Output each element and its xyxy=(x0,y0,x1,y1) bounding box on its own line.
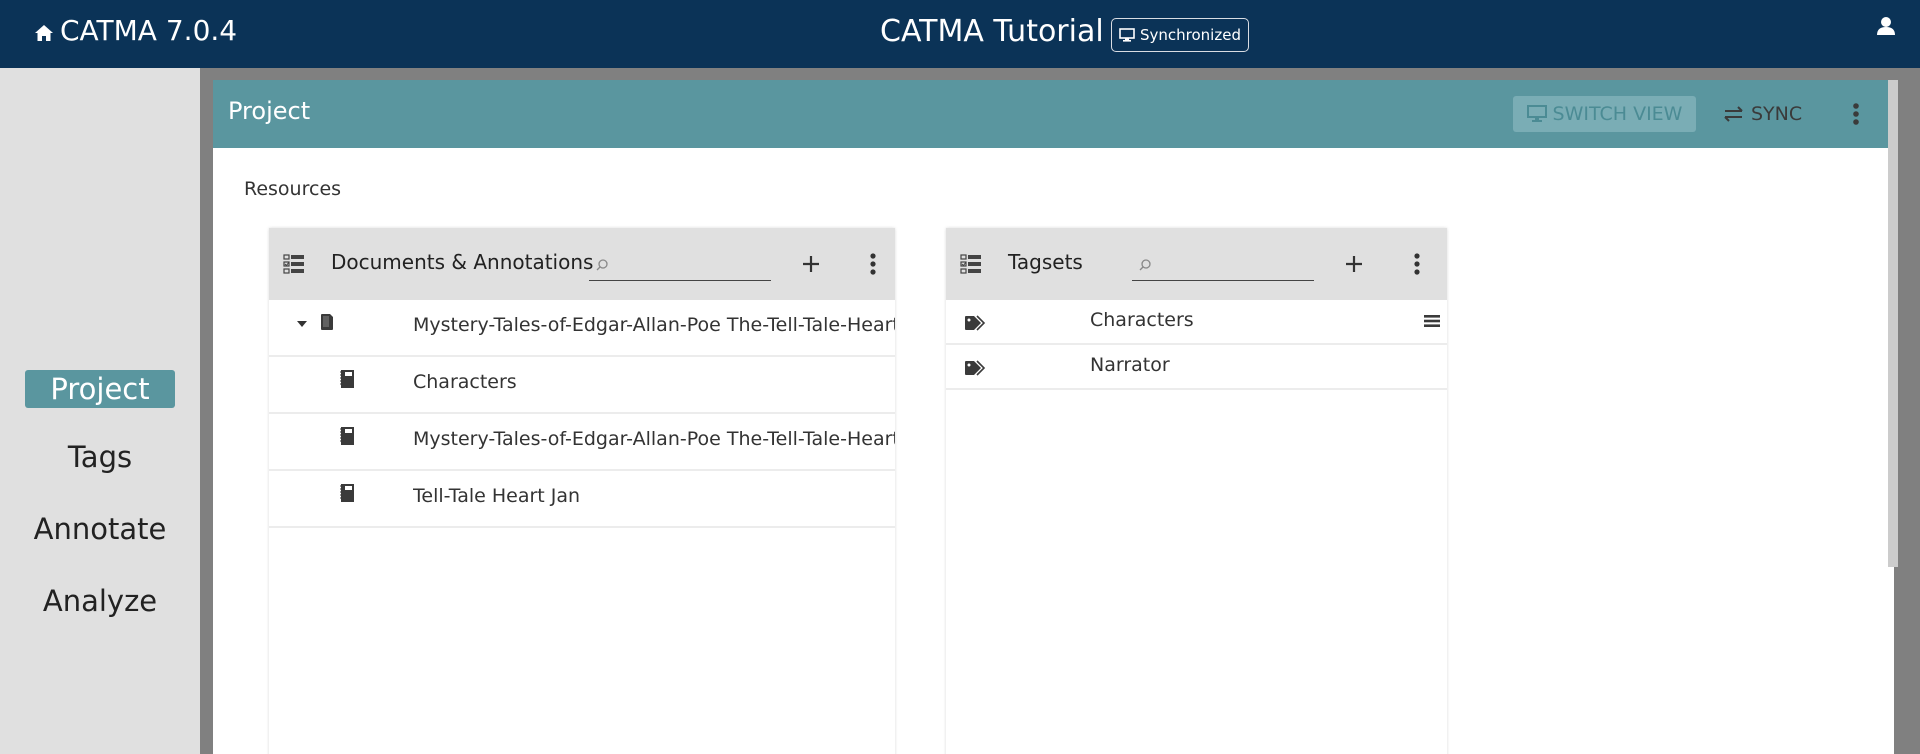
add-tagset-icon[interactable] xyxy=(1340,250,1368,278)
search-icon xyxy=(1139,259,1151,271)
nav-item-project[interactable]: Project xyxy=(0,370,200,408)
checklist-icon xyxy=(283,254,304,274)
tagsets-search[interactable] xyxy=(1132,248,1314,281)
project-title: CATMA Tutorial xyxy=(880,14,1104,49)
nav-item-analyze[interactable]: Analyze xyxy=(0,584,200,618)
user-icon[interactable] xyxy=(1875,15,1897,37)
collection-title: Tell-Tale Heart Jan xyxy=(413,485,581,507)
home-icon xyxy=(35,24,53,41)
notebook-icon xyxy=(340,370,354,388)
checklist-icon xyxy=(960,254,981,274)
annotation-collection-row[interactable]: Tell-Tale Heart Jan xyxy=(269,471,895,528)
sync-status-text: Synchronized xyxy=(1140,26,1241,44)
more-options-icon[interactable] xyxy=(1408,250,1426,278)
resources-heading: Resources xyxy=(244,178,342,200)
top-bar: CATMA 7.0.4 CATMA Tutorial Synchronized xyxy=(0,0,1920,68)
tagsets-search-input[interactable] xyxy=(1156,248,1312,280)
more-options-icon[interactable] xyxy=(1846,100,1866,128)
document-icon xyxy=(321,314,333,330)
side-navigation: Project Tags Annotate Analyze xyxy=(0,68,200,754)
tagset-name: Narrator xyxy=(1090,354,1170,376)
sync-arrows-icon xyxy=(1724,106,1743,122)
panel-title: Project xyxy=(228,97,311,125)
tags-icon xyxy=(965,315,986,331)
collection-title: Characters xyxy=(413,371,517,393)
tags-icon xyxy=(965,360,986,376)
add-document-icon[interactable] xyxy=(797,250,825,278)
document-title: Mystery-Tales-of-Edgar-Allan-Poe The-Tel… xyxy=(413,314,895,336)
monitor-icon xyxy=(1119,27,1135,42)
tagsets-card-header: Tagsets xyxy=(946,228,1447,300)
sync-status-badge: Synchronized xyxy=(1111,18,1249,52)
tagset-row[interactable]: Characters xyxy=(946,300,1447,345)
annotation-collection-row[interactable]: Characters xyxy=(269,357,895,414)
app-brand[interactable]: CATMA 7.0.4 xyxy=(34,14,237,47)
nav-item-annotate[interactable]: Annotate xyxy=(0,512,200,546)
tagset-name: Characters xyxy=(1090,309,1194,331)
tagsets-card-title: Tagsets xyxy=(1008,250,1083,274)
project-header: Project SWITCH VIEW SYNC xyxy=(213,80,1894,148)
scrollbar-gutter xyxy=(1898,68,1920,754)
tagsets-card: Tagsets Characters Narrator xyxy=(946,228,1447,754)
monitor-icon xyxy=(1526,105,1547,122)
tagset-row[interactable]: Narrator xyxy=(946,345,1447,390)
app-name: CATMA 7.0.4 xyxy=(60,14,238,47)
vertical-scrollbar[interactable] xyxy=(1888,80,1898,567)
documents-card-title: Documents & Annotations xyxy=(331,250,594,274)
more-options-icon[interactable] xyxy=(864,250,882,278)
documents-card-header: Documents & Annotations xyxy=(269,228,895,300)
caret-down-icon[interactable] xyxy=(296,320,308,328)
notebook-icon xyxy=(340,484,354,502)
search-icon xyxy=(596,259,608,271)
notebook-icon xyxy=(340,427,354,445)
switch-view-button[interactable]: SWITCH VIEW xyxy=(1513,96,1696,132)
hamburger-menu-icon[interactable] xyxy=(1424,314,1440,328)
nav-item-tags[interactable]: Tags xyxy=(0,440,200,474)
collection-title: Mystery-Tales-of-Edgar-Allan-Poe The-Tel… xyxy=(413,428,895,450)
annotation-collection-row[interactable]: Mystery-Tales-of-Edgar-Allan-Poe The-Tel… xyxy=(269,414,895,471)
documents-search-input[interactable] xyxy=(613,248,769,280)
project-panel: Project SWITCH VIEW SYNC Resources Docum… xyxy=(213,80,1894,754)
documents-search[interactable] xyxy=(589,248,771,281)
sync-button[interactable]: SYNC xyxy=(1723,96,1802,132)
documents-annotations-card: Documents & Annotations Mystery-Tales-of… xyxy=(269,228,895,754)
document-row[interactable]: Mystery-Tales-of-Edgar-Allan-Poe The-Tel… xyxy=(269,300,895,357)
